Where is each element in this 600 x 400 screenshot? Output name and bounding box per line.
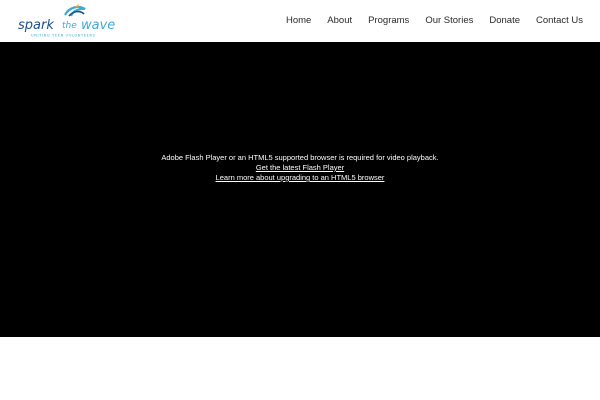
spark-the-wave-logo[interactable]: spark the wave UNITING TEEN VOLUNTEERS: [17, 3, 135, 39]
logo-word-spark: spark: [18, 18, 54, 33]
nav-about[interactable]: About: [327, 0, 352, 42]
page-content-area: [0, 337, 600, 400]
logo-word-wave: wave: [81, 18, 115, 33]
logo-tagline: UNITING TEEN VOLUNTEERS: [31, 34, 96, 38]
logo-word-the: the: [62, 21, 77, 31]
get-flash-player-link[interactable]: Get the latest Flash Player: [256, 163, 344, 172]
nav-programs[interactable]: Programs: [368, 0, 409, 42]
flash-required-text: Adobe Flash Player or an HTML5 supported…: [161, 153, 439, 162]
site-header: spark the wave UNITING TEEN VOLUNTEERS H…: [0, 0, 600, 42]
video-fallback-message: Adobe Flash Player or an HTML5 supported…: [0, 153, 600, 183]
nav-contact-us[interactable]: Contact Us: [536, 0, 583, 42]
video-player[interactable]: Adobe Flash Player or an HTML5 supported…: [0, 42, 600, 337]
nav-our-stories[interactable]: Our Stories: [425, 0, 473, 42]
main-nav: Home About Programs Our Stories Donate C…: [270, 0, 583, 42]
nav-home[interactable]: Home: [286, 0, 311, 42]
nav-donate[interactable]: Donate: [489, 0, 520, 42]
html5-browser-link[interactable]: Learn more about upgrading to an HTML5 b…: [216, 173, 385, 182]
